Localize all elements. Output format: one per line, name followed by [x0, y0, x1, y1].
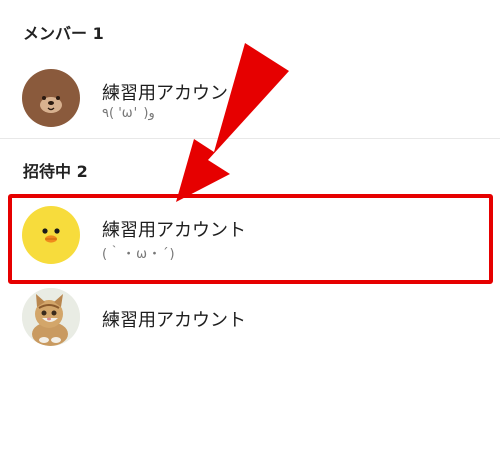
- kitten-photo-avatar: [22, 288, 80, 346]
- brown-bear-avatar: [22, 69, 80, 127]
- members-section-header: メンバー 1: [23, 24, 104, 43]
- member-status-message: ٩( 'ω' )و: [102, 106, 155, 121]
- invited-name: 練習用アカウント: [102, 310, 246, 331]
- member-name: 練習用アカウント: [102, 83, 246, 104]
- member-row[interactable]: 練習用アカウント ٩( 'ω' )و: [0, 62, 500, 142]
- invited-section-header: 招待中 2: [23, 162, 88, 181]
- invited-row[interactable]: 練習用アカウント: [0, 280, 500, 360]
- highlight-box: [8, 194, 493, 284]
- section-divider: [0, 138, 500, 139]
